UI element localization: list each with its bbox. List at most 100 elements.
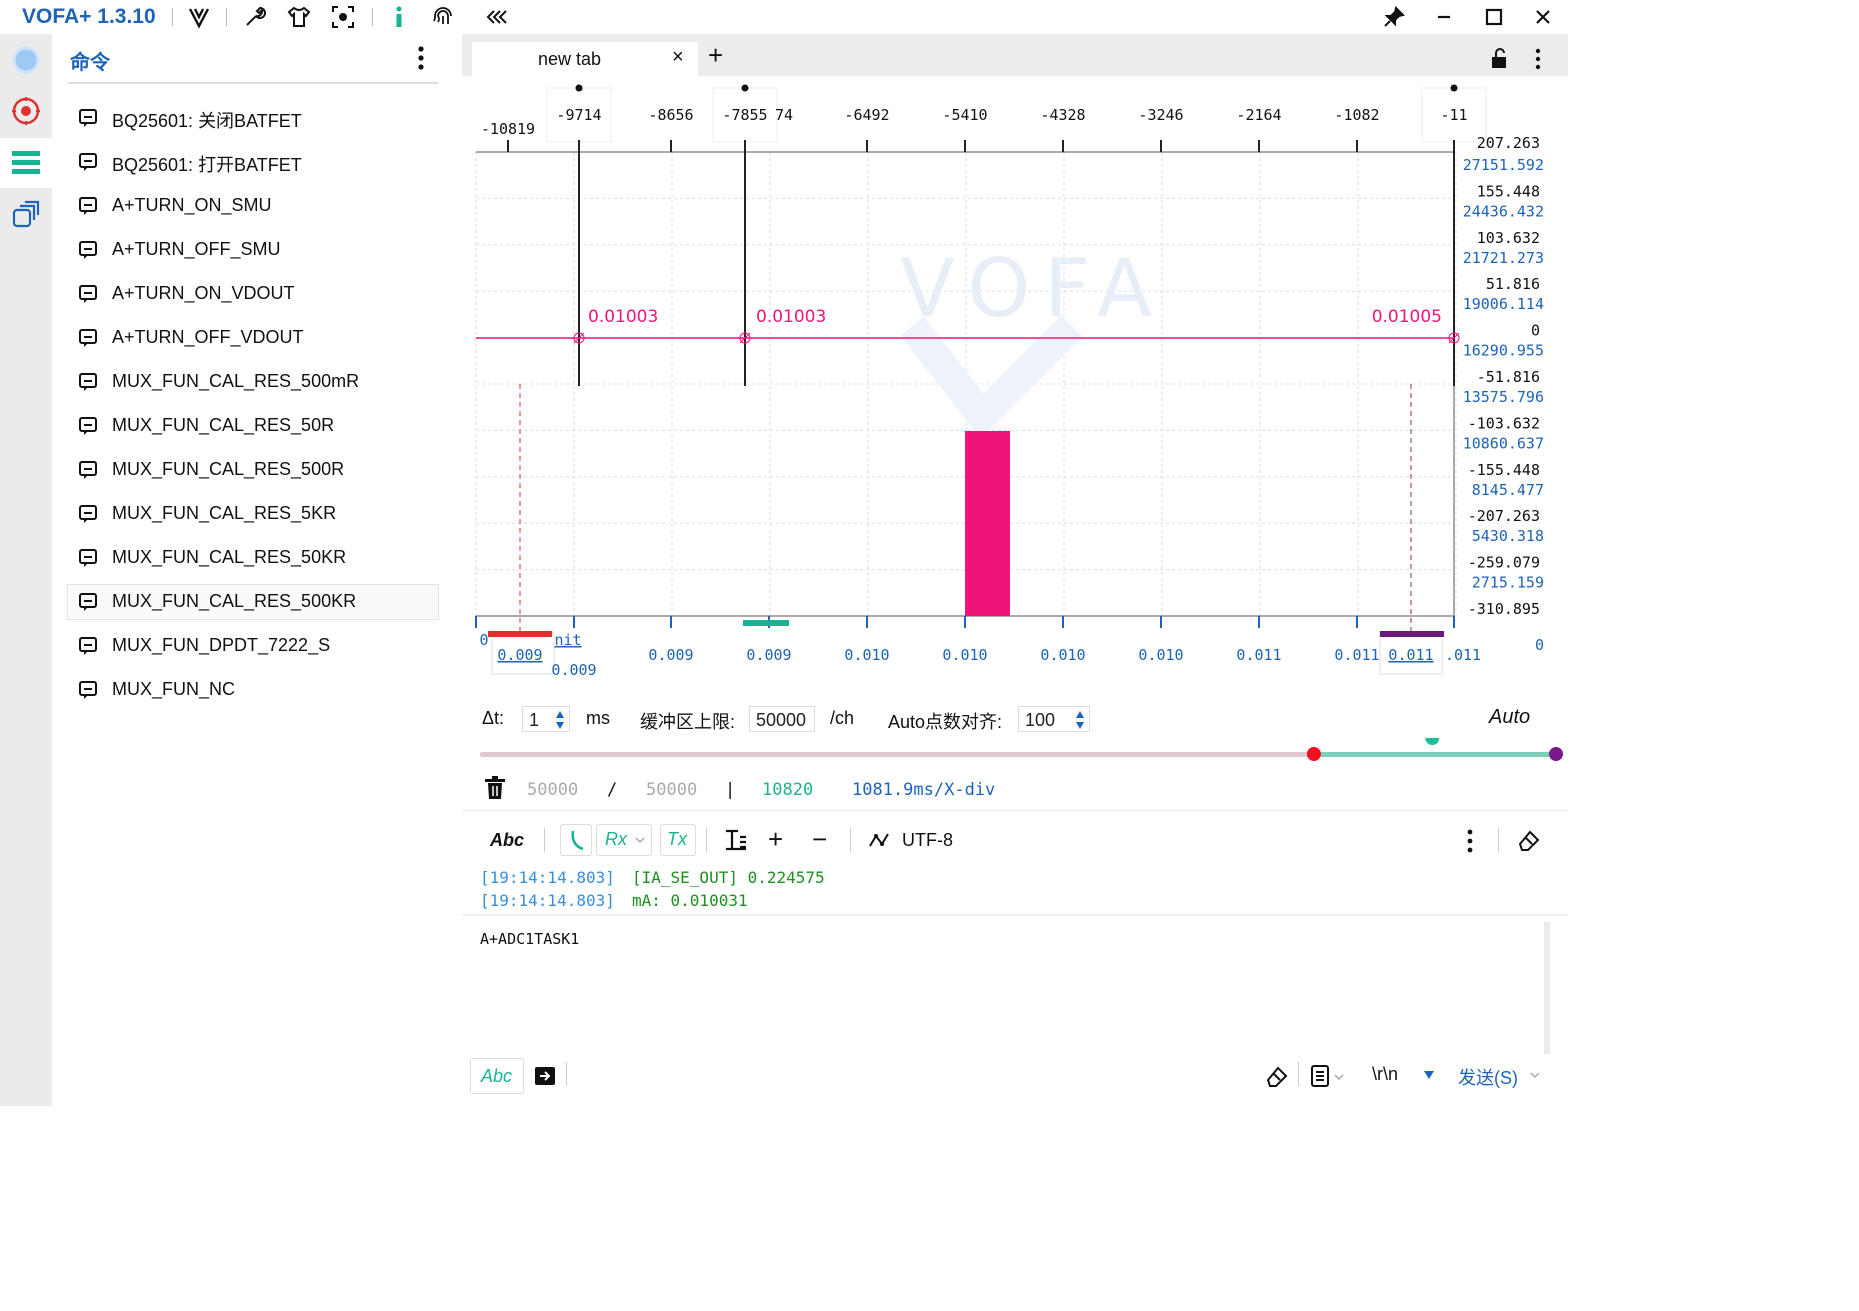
fingerprint-icon[interactable] xyxy=(430,4,456,30)
auto-align-input[interactable]: 100 xyxy=(1018,706,1090,732)
text-mode-button[interactable]: Abc xyxy=(490,830,524,851)
top-axis-label: -6492 xyxy=(844,106,889,124)
buffer-input[interactable]: 50000 xyxy=(749,706,815,732)
shirt-icon[interactable] xyxy=(286,4,312,30)
command-icon xyxy=(79,549,97,567)
line-ending-select[interactable]: \r\n xyxy=(1360,1058,1440,1090)
command-item[interactable]: MUX_FUN_CAL_RES_5KR xyxy=(68,497,438,531)
text-format-icon[interactable] xyxy=(724,828,748,852)
eraser-icon[interactable] xyxy=(1516,828,1540,852)
send-scrollbar[interactable] xyxy=(1544,922,1550,1054)
command-item-label: A+TURN_ON_VDOUT xyxy=(112,283,295,303)
slider-position-handle[interactable] xyxy=(1425,738,1440,745)
x-div-readout: 1081.9ms/X-div xyxy=(852,780,996,800)
command-item[interactable]: MUX_FUN_CAL_RES_500mR xyxy=(68,365,438,399)
command-item[interactable]: A+TURN_ON_VDOUT xyxy=(68,277,438,311)
dt-input[interactable]: 1 xyxy=(522,706,570,732)
command-item[interactable]: MUX_FUN_CAL_RES_500KR xyxy=(68,585,438,619)
add-tab-button[interactable]: + xyxy=(708,42,723,68)
command-item[interactable]: A+TURN_ON_SMU xyxy=(68,189,438,223)
rail-item-record[interactable] xyxy=(0,86,52,136)
auto-align-stepper-icon[interactable] xyxy=(1075,710,1085,730)
range-start-bar xyxy=(488,631,552,637)
clear-send-icon[interactable] xyxy=(1264,1064,1288,1088)
screenshot-icon[interactable] xyxy=(330,4,356,30)
right-axis-label: -207.263 xyxy=(1468,507,1540,525)
command-icon xyxy=(79,241,97,259)
slider-end-handle[interactable] xyxy=(1549,747,1563,761)
send-file-icon[interactable] xyxy=(534,1064,556,1086)
tab-more-icon[interactable] xyxy=(1532,48,1544,70)
wrench-icon[interactable] xyxy=(242,4,268,30)
more-vertical-icon[interactable] xyxy=(412,44,430,72)
command-icon xyxy=(79,329,97,347)
command-item-label: MUX_FUN_NC xyxy=(112,679,236,699)
right-axis-label: -155.448 xyxy=(1468,461,1540,479)
collapse-icon[interactable] xyxy=(484,4,510,30)
slider-selected-range[interactable] xyxy=(1313,752,1556,757)
top-axis-label: -9714 xyxy=(556,106,601,124)
trash-icon[interactable] xyxy=(484,776,506,800)
tab-new-tab[interactable]: new tab × xyxy=(472,42,698,76)
maximize-icon[interactable] xyxy=(1480,4,1508,30)
command-item-label: MUX_FUN_CAL_RES_500KR xyxy=(112,591,357,611)
range-slider[interactable] xyxy=(476,738,1566,768)
command-item[interactable]: BQ25601: 打开BATFET xyxy=(68,145,438,179)
info-icon[interactable] xyxy=(386,4,412,30)
waveform-chart[interactable]: VOFA -10819 -9714 -8656 -7855 74 -6492 -5410 -4… xyxy=(462,76,1568,726)
command-item[interactable]: MUX_FUN_CAL_RES_500R xyxy=(68,453,438,487)
rx-more-icon[interactable] xyxy=(1464,828,1476,854)
right-axis-label: 103.632 xyxy=(1477,229,1540,247)
pin-icon[interactable] xyxy=(1380,4,1408,30)
tx-label: Tx xyxy=(667,829,687,849)
rail-item-connection[interactable] xyxy=(0,34,52,84)
command-item[interactable]: MUX_FUN_DPDT_7222_S xyxy=(68,629,438,663)
rail-item-commands[interactable] xyxy=(0,138,52,188)
command-item[interactable]: MUX_FUN_CAL_RES_50KR xyxy=(68,541,438,575)
command-item[interactable]: MUX_FUN_NC xyxy=(68,673,438,707)
rx-toggle[interactable]: Rx xyxy=(596,824,652,856)
command-item-label: BQ25601: 打开BATFET xyxy=(112,155,302,175)
chevron-down-icon[interactable] xyxy=(1334,1072,1344,1082)
top-axis-label: -3246 xyxy=(1138,106,1183,124)
buffer-value: 50000 xyxy=(756,710,807,730)
app-title: VOFA+ 1.3.10 xyxy=(22,5,156,28)
bottom-axis-label: .011 xyxy=(1445,646,1481,664)
unlock-icon[interactable] xyxy=(1490,48,1510,70)
timestamp-toggle[interactable] xyxy=(560,824,592,856)
bottom-axis-label: 0.009 xyxy=(551,661,596,679)
auto-mode-label[interactable]: Auto xyxy=(1489,706,1530,729)
top-axis-label: -10819 xyxy=(481,120,535,138)
send-text-mode-button[interactable]: Abc xyxy=(470,1058,524,1094)
range-mid-bar xyxy=(743,620,789,626)
vofa-logo-icon[interactable] xyxy=(186,4,212,30)
send-history-icon[interactable] xyxy=(1310,1064,1330,1088)
send-button[interactable]: 发送(S) xyxy=(1452,1058,1544,1090)
tab-close-button[interactable]: × xyxy=(672,46,684,69)
send-input-text: A+ADC1TASK1 xyxy=(480,930,580,948)
right-axis-label: -310.895 xyxy=(1468,600,1540,618)
top-axis-label: -4328 xyxy=(1040,106,1085,124)
bottom-axis-label: 0.010 xyxy=(1040,646,1085,664)
close-icon[interactable] xyxy=(1529,4,1557,30)
command-item[interactable]: A+TURN_OFF_SMU xyxy=(68,233,438,267)
slider-start-handle[interactable] xyxy=(1306,747,1321,761)
rail-item-windows[interactable] xyxy=(0,190,52,240)
tx-toggle[interactable]: Tx xyxy=(660,824,696,856)
send-input[interactable]: A+ADC1TASK1 xyxy=(470,918,1550,1056)
bottom-axis-label: 0.009 xyxy=(746,646,791,664)
toolbar-divider xyxy=(226,8,227,26)
font-increase-button[interactable]: + xyxy=(768,824,783,855)
command-item[interactable]: MUX_FUN_CAL_RES_50R xyxy=(68,409,438,443)
command-item[interactable]: BQ25601: 关闭BATFET xyxy=(68,101,438,135)
series-value-label: 0.01003 xyxy=(756,307,826,327)
dt-unit: ms xyxy=(586,708,610,728)
dt-stepper-icon[interactable] xyxy=(555,710,565,730)
right-axis-secondary-label: 16290.955 xyxy=(1463,342,1544,360)
right-axis-label: -259.079 xyxy=(1468,554,1540,572)
font-decrease-button[interactable]: − xyxy=(812,824,827,855)
minimize-icon[interactable] xyxy=(1430,4,1458,30)
encoding-icon[interactable] xyxy=(868,830,892,850)
encoding-label[interactable]: UTF-8 xyxy=(902,830,953,851)
command-item[interactable]: A+TURN_OFF_VDOUT xyxy=(68,321,438,355)
